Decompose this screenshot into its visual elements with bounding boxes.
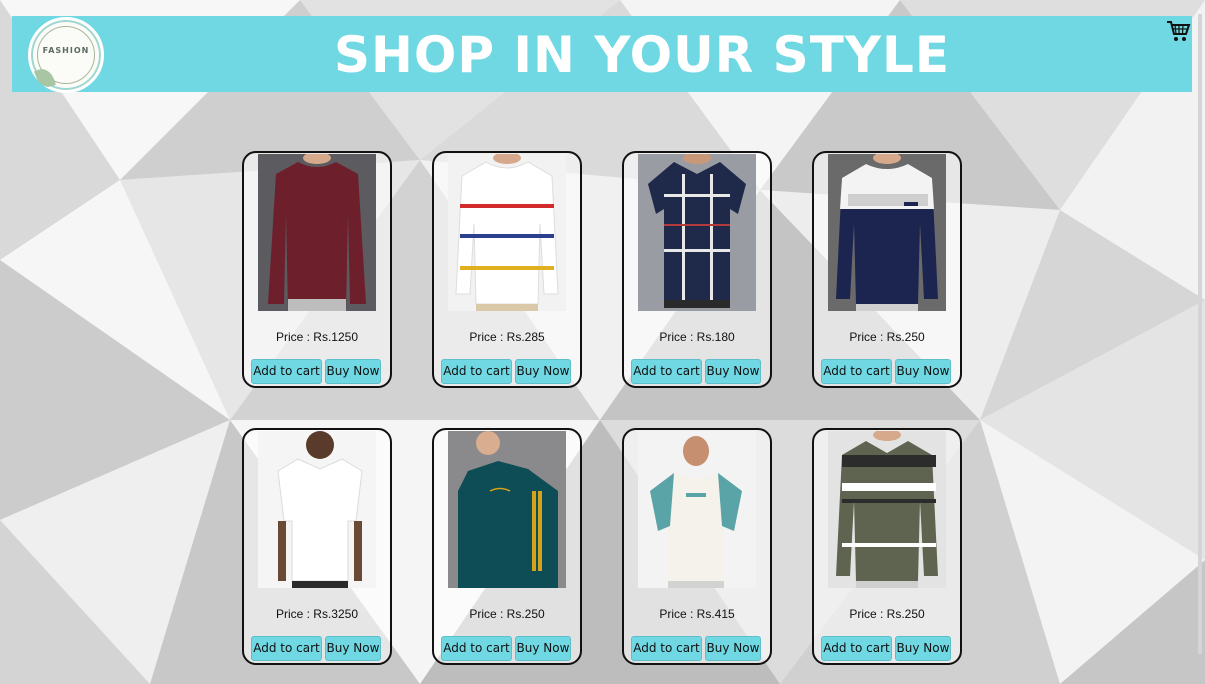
product-image[interactable] xyxy=(258,154,376,311)
product-card: Price : Rs.250 Add to cart Buy Now xyxy=(812,151,962,388)
add-to-cart-button[interactable]: Add to cart xyxy=(631,636,702,661)
product-card: Price : Rs.415 Add to cart Buy Now xyxy=(622,428,772,665)
product-price: Price : Rs.1250 xyxy=(275,330,359,344)
product-image[interactable] xyxy=(828,431,946,588)
add-to-cart-button[interactable]: Add to cart xyxy=(821,359,892,384)
add-to-cart-button[interactable]: Add to cart xyxy=(821,636,892,661)
product-card: Price : Rs.180 Add to cart Buy Now xyxy=(622,151,772,388)
product-price: Price : Rs.250 xyxy=(469,607,545,621)
buy-now-button[interactable]: Buy Now xyxy=(325,636,381,661)
background-pattern xyxy=(0,0,1205,684)
product-price: Price : Rs.250 xyxy=(849,607,925,621)
product-card: Price : Rs.250 Add to cart Buy Now xyxy=(432,428,582,665)
product-card: Price : Rs.1250 Add to cart Buy Now xyxy=(242,151,392,388)
buy-now-button[interactable]: Buy Now xyxy=(515,359,571,384)
product-image[interactable] xyxy=(638,431,756,588)
product-price: Price : Rs.250 xyxy=(849,330,925,344)
product-price: Price : Rs.180 xyxy=(659,330,735,344)
product-image[interactable] xyxy=(828,154,946,311)
shopping-cart-icon[interactable] xyxy=(1165,18,1191,44)
buy-now-button[interactable]: Buy Now xyxy=(895,359,951,384)
buy-now-button[interactable]: Buy Now xyxy=(895,636,951,661)
add-to-cart-button[interactable]: Add to cart xyxy=(441,359,512,384)
product-card: Price : Rs.3250 Add to cart Buy Now xyxy=(242,428,392,665)
product-image[interactable] xyxy=(448,431,566,588)
product-price: Price : Rs.285 xyxy=(469,330,545,344)
buy-now-button[interactable]: Buy Now xyxy=(705,359,761,384)
buy-now-button[interactable]: Buy Now xyxy=(325,359,381,384)
product-image[interactable] xyxy=(258,431,376,588)
buy-now-button[interactable]: Buy Now xyxy=(705,636,761,661)
product-price: Price : Rs.415 xyxy=(659,607,735,621)
add-to-cart-button[interactable]: Add to cart xyxy=(251,359,322,384)
add-to-cart-button[interactable]: Add to cart xyxy=(251,636,322,661)
product-image[interactable] xyxy=(638,154,756,311)
product-card: Price : Rs.285 Add to cart Buy Now xyxy=(432,151,582,388)
buy-now-button[interactable]: Buy Now xyxy=(515,636,571,661)
product-image[interactable] xyxy=(448,154,566,311)
page-scrollbar[interactable] xyxy=(1198,14,1202,654)
page-title: SHOP IN YOUR STYLE xyxy=(333,26,951,84)
add-to-cart-button[interactable]: Add to cart xyxy=(631,359,702,384)
add-to-cart-button[interactable]: Add to cart xyxy=(441,636,512,661)
product-price: Price : Rs.3250 xyxy=(275,607,359,621)
product-card: Price : Rs.250 Add to cart Buy Now xyxy=(812,428,962,665)
